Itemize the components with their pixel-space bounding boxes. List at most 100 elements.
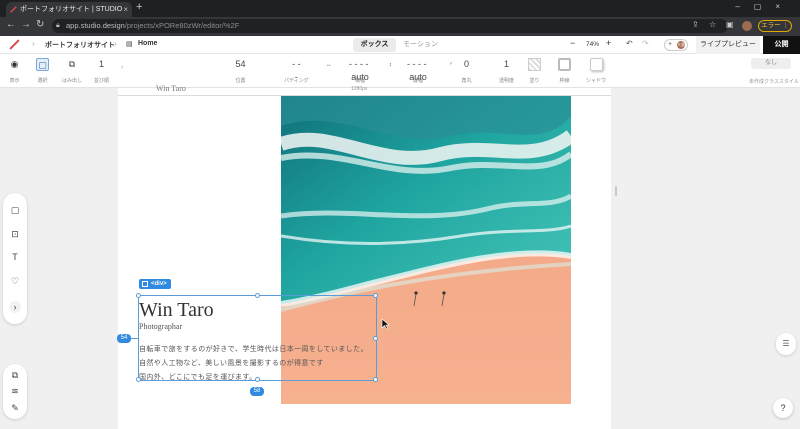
fill-tool[interactable]: 塗り <box>528 58 541 84</box>
page-header[interactable]: Win Taro 1280px <box>118 84 611 96</box>
width-arrow-icon: ↔ <box>326 62 332 68</box>
pages-icon[interactable]: ⧉ <box>9 369 21 381</box>
zoom-level[interactable]: 74% <box>586 41 599 48</box>
position-tool[interactable]: 54 位置 <box>234 58 247 84</box>
border-tool[interactable]: 枠線 <box>558 58 571 84</box>
resize-handle[interactable] <box>373 377 378 382</box>
overflow-tool[interactable]: ⧉ はみ出し <box>62 58 82 84</box>
browser-tab-bar: ポートフォリオサイト | STUDIO × + –▢× <box>0 0 800 17</box>
width-input[interactable]: - - - - auto <box>340 58 380 82</box>
image-add-icon[interactable]: ⊡ <box>9 228 21 240</box>
user-avatar: 大島 <box>677 41 685 49</box>
box-select-icon: ▢ <box>36 58 49 71</box>
back-icon[interactable]: ← <box>6 19 16 30</box>
invite-user-button[interactable]: + 大島 <box>664 39 688 51</box>
margin-left-badge[interactable]: 54 <box>117 334 131 343</box>
editor-top-bar: › ポートフォリオサイト › ▤ Home ボックス モーション − 74% +… <box>0 36 800 54</box>
help-button[interactable]: ? <box>773 398 793 418</box>
mouse-cursor-icon <box>381 318 390 330</box>
resize-handle[interactable] <box>373 293 378 298</box>
zoom-out-icon[interactable]: − <box>570 38 575 48</box>
new-tab-icon[interactable]: + <box>136 1 142 13</box>
publish-button[interactable]: 公開 <box>763 36 800 54</box>
visibility-tool[interactable]: ◉ 表示 <box>8 58 21 84</box>
chevron-right-icon[interactable]: › <box>121 64 123 71</box>
margin-bottom-badge[interactable]: 58 <box>250 387 264 396</box>
width-tool[interactable]: - - - - auto 横幅 <box>340 58 380 84</box>
height-input[interactable]: - - - - auto <box>398 58 438 82</box>
resize-handle[interactable] <box>136 293 141 298</box>
element-tag-label: <div> <box>151 281 167 287</box>
tab-box[interactable]: ボックス <box>353 38 396 52</box>
selected-element-tag[interactable]: <div> <box>139 279 171 289</box>
error-button[interactable]: エラー ⋮ <box>758 20 792 32</box>
url-path: /projects/xPORe80zWr/editor/%2F <box>124 21 240 30</box>
position-value: 54 <box>235 59 246 69</box>
box-add-icon[interactable]: ▢ <box>9 204 21 216</box>
resize-handle[interactable] <box>255 293 260 298</box>
url-host: app.studio.design <box>66 21 125 30</box>
resize-handle[interactable] <box>255 377 260 382</box>
opacity-tool[interactable]: 1 透明度 <box>499 58 514 84</box>
element-square-icon <box>142 281 148 287</box>
tool-label: 表示 <box>9 78 20 84</box>
tool-label: 塗り <box>529 78 540 84</box>
padding-tool[interactable]: - - - パディング <box>284 58 309 84</box>
height-tool[interactable]: - - - - auto 縦幅 <box>398 58 438 84</box>
header-site-name[interactable]: Win Taro <box>156 84 186 93</box>
url-input[interactable]: 🔒︎ app.studio.design/projects/xPORe80zWr… <box>52 19 728 33</box>
selection-box[interactable] <box>136 293 378 382</box>
profile-avatar[interactable] <box>742 21 752 31</box>
layers-stack-icon[interactable]: ≋ <box>9 385 21 397</box>
lock-icon: 🔒︎ <box>56 22 60 29</box>
editor-canvas[interactable]: Win Taro 1280px <div> Win Taro Photograp… <box>0 84 800 429</box>
forward-icon[interactable]: → <box>21 19 31 30</box>
tool-label: シャドウ <box>586 78 607 84</box>
padding-icon: - - - <box>292 59 301 82</box>
shadow-icon <box>589 58 603 71</box>
tool-label: 横幅 <box>354 78 365 84</box>
zoom-in-icon[interactable]: + <box>606 38 611 48</box>
class-style-select[interactable]: なし <box>751 58 791 69</box>
share-icon[interactable]: ⇪ <box>692 20 699 29</box>
breadcrumb-project[interactable]: ポートフォリオサイト <box>45 40 115 50</box>
close-tab-icon[interactable]: × <box>123 2 128 17</box>
select-tool[interactable]: ▢ 選択 <box>36 58 49 84</box>
undo-icon[interactable]: ↶ <box>626 39 633 48</box>
shadow-tool[interactable]: シャドウ <box>586 58 606 84</box>
window-controls[interactable]: –▢× <box>735 2 794 11</box>
fill-swatch-icon <box>528 58 541 71</box>
side-panel-icon[interactable]: ▣ <box>726 20 734 29</box>
breakpoint-width: 1280px <box>351 86 368 92</box>
tab-motion[interactable]: モーション <box>403 38 438 52</box>
browser-tab[interactable]: ポートフォリオサイト | STUDIO × <box>6 2 132 17</box>
resize-handle[interactable] <box>136 377 141 382</box>
browser-tab-title: ポートフォリオサイト | STUDIO <box>20 6 123 13</box>
text-add-icon[interactable]: T <box>9 251 21 263</box>
resize-handle[interactable] <box>373 336 378 341</box>
radius-tool[interactable]: 0 角丸 <box>460 58 473 84</box>
reload-icon[interactable]: ↻ <box>36 19 44 30</box>
order-tool[interactable]: 1 並び順 <box>94 58 109 84</box>
eye-icon: ◉ <box>10 59 19 69</box>
tool-label: 枠線 <box>559 78 570 84</box>
redo-icon[interactable]: ↷ <box>642 39 649 48</box>
tool-label: 位置 <box>235 78 246 84</box>
border-icon <box>558 58 571 71</box>
live-preview-button[interactable]: ライブプレビュー <box>696 36 760 54</box>
overflow-icon: ⧉ <box>68 59 76 69</box>
chevron-right-icon[interactable]: › <box>9 301 21 313</box>
breadcrumb-page[interactable]: Home <box>138 40 157 47</box>
chevron-right-icon: › <box>114 39 117 48</box>
heart-icon[interactable]: ♡ <box>9 275 21 287</box>
corner-radius-icon: ◜ <box>450 62 453 68</box>
tool-label: 縦幅 <box>412 78 423 84</box>
tool-label: 並び順 <box>94 78 110 84</box>
layers-panel-toggle[interactable]: ☰ <box>776 333 796 355</box>
pen-icon[interactable]: ✎ <box>9 402 21 414</box>
opacity-value: 1 <box>503 59 509 69</box>
studio-logo-icon[interactable] <box>9 39 20 50</box>
page-artboard[interactable]: Win Taro 1280px <div> Win Taro Photograp… <box>117 84 611 429</box>
bookmark-star-icon[interactable]: ☆ <box>709 20 716 29</box>
resize-handle-right[interactable] <box>615 186 617 196</box>
